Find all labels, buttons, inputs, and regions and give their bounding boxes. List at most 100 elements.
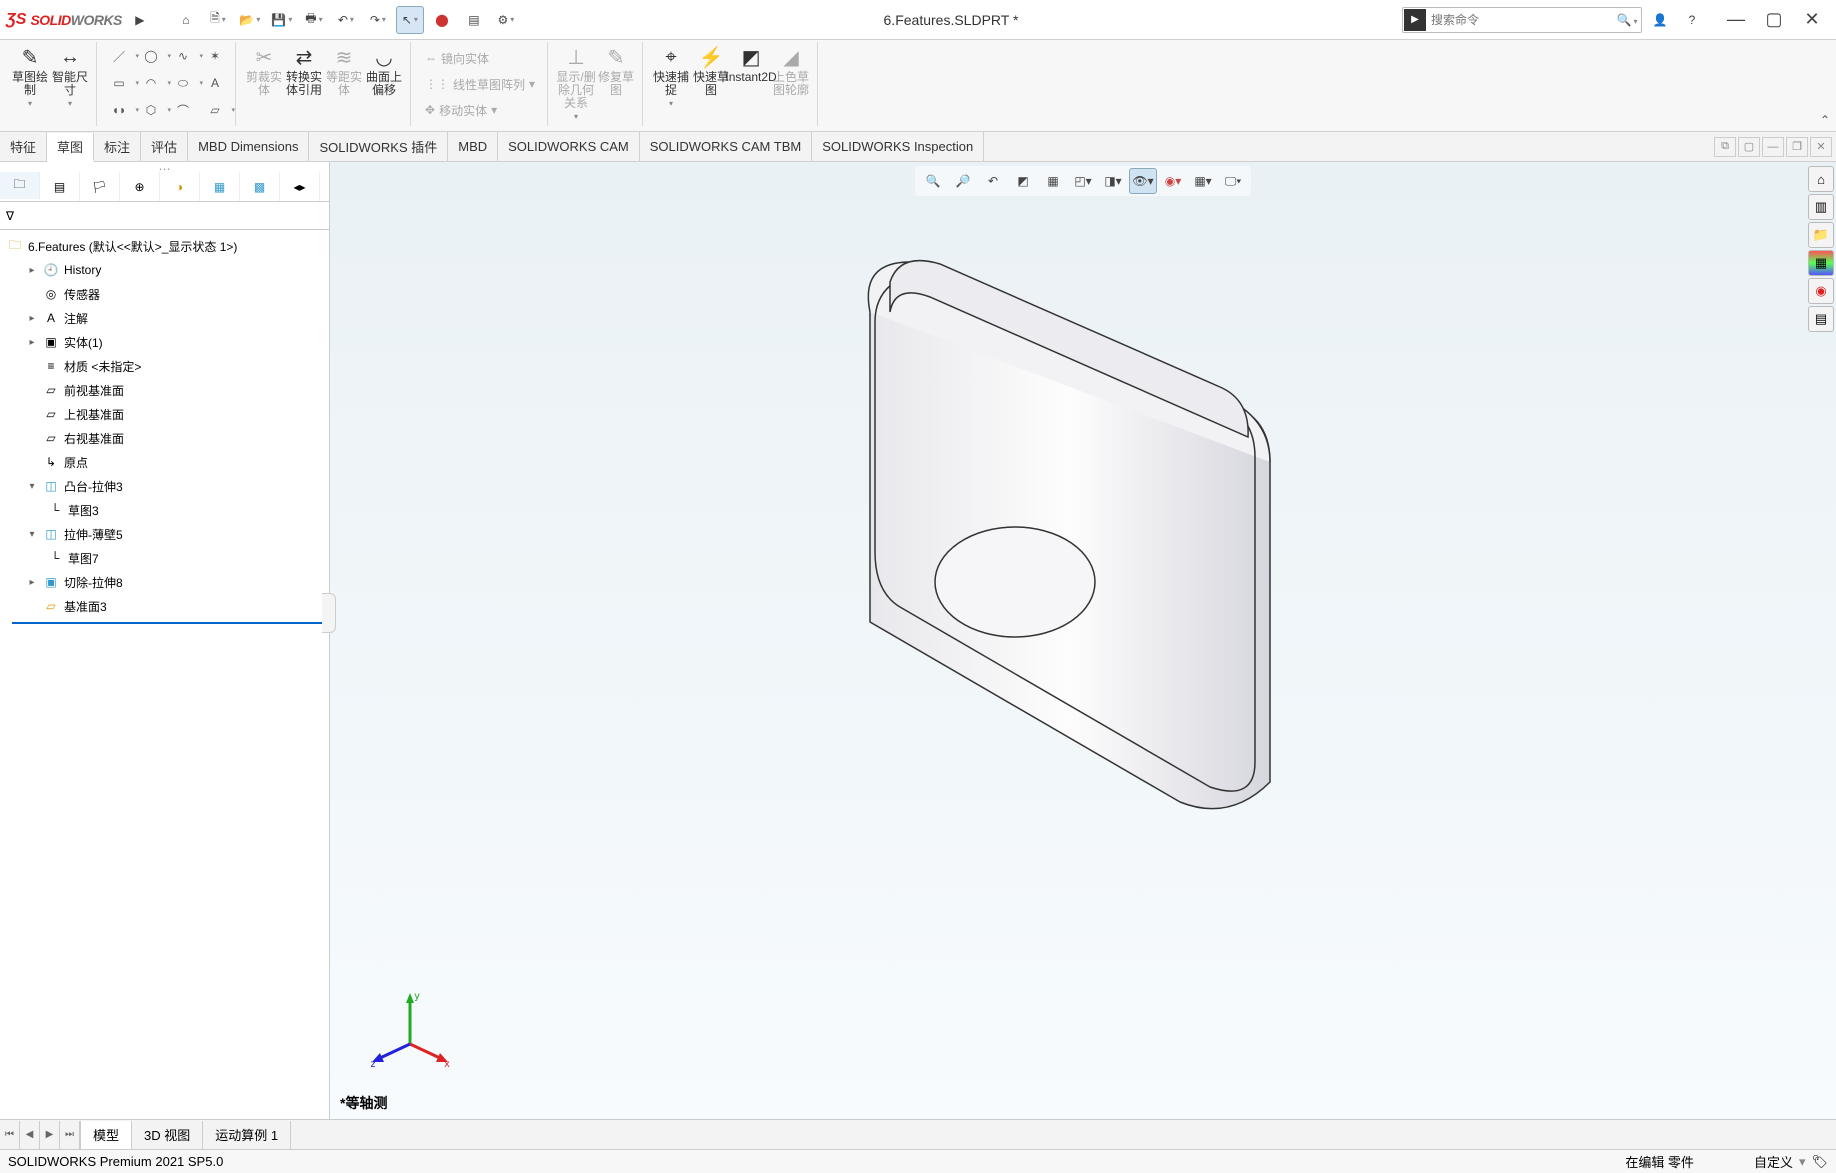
taskpane-resources-icon[interactable]: ▥ [1808,194,1834,220]
tree-origin[interactable]: ↳原点 [6,450,329,474]
hide-show-icon[interactable]: 👁▾ [1129,168,1157,194]
tree-top-plane[interactable]: ▱上视基准面 [6,402,329,426]
tab-mbd[interactable]: MBD [448,132,498,161]
shaded-sketch-contour-button[interactable]: ◢上色草图轮廓 [771,42,811,126]
tab-nav-prev-icon[interactable]: ◀ [20,1121,40,1149]
zoom-area-icon[interactable]: 🔎 [949,168,977,194]
tab-inspection[interactable]: SOLIDWORKS Inspection [812,132,984,161]
search-scope-icon[interactable]: ▶ [1404,9,1426,31]
bottom-tab-3dview[interactable]: 3D 视图 [132,1121,203,1149]
search-input[interactable] [1427,13,1613,27]
tree-plane3[interactable]: ▱基准面3 [6,594,329,618]
ellipse-icon[interactable]: ⬭ [169,71,197,95]
ribbon-collapse-icon[interactable]: ⌃ [1820,113,1830,127]
status-tag-icon[interactable]: 🏷 [1811,1154,1828,1170]
tab-mbd-dimensions[interactable]: MBD Dimensions [188,132,309,161]
tab-cam[interactable]: SOLIDWORKS CAM [498,132,640,161]
move-entities-button[interactable]: ✥ 移动实体 ▾ [419,98,541,122]
options-icon[interactable]: ▤ [460,6,488,34]
doc-minimize-icon[interactable]: — [1762,137,1784,157]
appearance-icon[interactable]: ◉▾ [1159,168,1187,194]
polygon-icon[interactable]: ⬡ [137,98,165,122]
tree-root[interactable]: 🗀6.Features (默认<<默认>_显示状态 1>) [6,234,329,258]
tree-sketch7[interactable]: └草图7 [6,546,329,570]
view-triad[interactable]: y x z [370,989,450,1069]
tab-nav-next-icon[interactable]: ▶ [40,1121,60,1149]
taskpane-palette-icon[interactable]: ▦ [1808,250,1834,276]
point-icon[interactable]: ✶ [201,44,229,68]
menu-flyout-icon[interactable]: ▶ [126,6,154,34]
doc-window-icon[interactable]: ▢ [1738,137,1760,157]
minimize-button[interactable]: — [1718,6,1754,34]
panel-splitter-handle[interactable] [322,593,336,633]
tree-history[interactable]: ▸🕘History [6,258,329,282]
tab-overflow-icon[interactable]: ◂▸ [280,172,320,201]
linear-pattern-button[interactable]: ⋮⋮ 线性草图阵列 ▾ [419,72,541,96]
circle-icon[interactable]: ◯ [137,44,165,68]
taskpane-appearances-icon[interactable]: ◉ [1808,278,1834,304]
taskpane-design-library-icon[interactable]: 📁 [1808,222,1834,248]
tree-boss-extrude3[interactable]: ▾◫凸台-拉伸3 [6,474,329,498]
settings-gear-icon[interactable]: ⚙ [492,6,520,34]
config-manager-tab-icon[interactable]: 🏳 [80,172,120,201]
tab-nav-first-icon[interactable]: ⏮ [0,1121,20,1149]
scene-icon[interactable]: ▦▾ [1189,168,1217,194]
feature-tree[interactable]: 🗀6.Features (默认<<默认>_显示状态 1>) ▸🕘History … [0,230,329,1119]
bottom-tab-motion[interactable]: 运动算例 1 [203,1121,291,1149]
view-settings-icon[interactable]: 🖵▾ [1219,168,1247,194]
rollback-bar[interactable] [12,622,329,624]
cam-tree-tab-icon[interactable]: ▦ [200,172,240,201]
tree-front-plane[interactable]: ▱前视基准面 [6,378,329,402]
tree-solid-bodies[interactable]: ▸▣实体(1) [6,330,329,354]
display-delete-relations-button[interactable]: ⊥显示/删除几何关系 [556,42,596,126]
text-icon[interactable]: A [201,71,229,95]
tab-annotate[interactable]: 标注 [94,132,141,161]
rectangle-icon[interactable]: ▭ [105,71,133,95]
tree-filter-icon[interactable]: ∇ [0,202,329,230]
tab-cam-tbm[interactable]: SOLIDWORKS CAM TBM [640,132,812,161]
bottom-tab-model[interactable]: 模型 [81,1121,132,1149]
tab-addins[interactable]: SOLIDWORKS 插件 [309,132,448,161]
command-search[interactable]: ▶ 🔍 [1402,7,1642,33]
trim-button[interactable]: ✂剪裁实体 [244,42,284,126]
slot-icon[interactable]: ◖◗ [105,98,133,122]
quick-snap-button[interactable]: ⌖快速捕捉 [651,42,691,126]
convert-entities-button[interactable]: ⇄转换实体引用 [284,42,324,126]
taskpane-custom-props-icon[interactable]: ▤ [1808,306,1834,332]
select-icon[interactable]: ↖ [396,6,424,34]
repair-sketch-button[interactable]: ✎修复草图 [596,42,636,126]
redo-icon[interactable]: ↷ [364,6,392,34]
display-style-icon[interactable]: ◨▾ [1099,168,1127,194]
undo-icon[interactable]: ↶ [332,6,360,34]
search-icon[interactable]: 🔍 [1613,13,1641,27]
open-icon[interactable]: 📂 [236,6,264,34]
graphics-viewport[interactable]: 🔍 🔎 ↶ ◩ ▦ ◰▾ ◨▾ 👁▾ ◉▾ ▦▾ 🖵▾ [330,162,1836,1119]
tree-sensors[interactable]: ◎传感器 [6,282,329,306]
feature-tree-tab-icon[interactable]: 🗀 [0,172,40,201]
save-icon[interactable]: 💾 [268,6,296,34]
taskpane-home-icon[interactable]: ⌂ [1808,166,1834,192]
user-icon[interactable]: 👤 [1646,6,1674,34]
close-button[interactable]: ✕ [1794,6,1830,34]
offset-entities-button[interactable]: ≋等距实体 [324,42,364,126]
mirror-entities-button[interactable]: ⇔ 镜向实体 [419,46,541,70]
arc-icon[interactable]: ◠ [137,71,165,95]
tree-cut-extrude8[interactable]: ▸▣切除-拉伸8 [6,570,329,594]
new-icon[interactable]: 🗎 [204,6,232,34]
tree-material[interactable]: ≡材质 <未指定> [6,354,329,378]
property-manager-tab-icon[interactable]: ▤ [40,172,80,201]
zoom-fit-icon[interactable]: 🔍 [919,168,947,194]
section-view-icon[interactable]: ◩ [1009,168,1037,194]
doc-link-icon[interactable]: ⧉ [1714,137,1736,157]
tree-extrude-thin5[interactable]: ▾◫拉伸-薄壁5 [6,522,329,546]
tree-right-plane[interactable]: ▱右视基准面 [6,426,329,450]
home-icon[interactable]: ⌂ [172,6,200,34]
tab-sketch[interactable]: 草图 [47,133,94,162]
maximize-button[interactable]: ▢ [1756,6,1792,34]
tab-features[interactable]: 特征 [0,132,47,161]
instant2d-button[interactable]: ◩Instant2D [731,42,771,126]
panel-grip-icon[interactable]: ⋯ [0,162,329,172]
print-icon[interactable]: 🖶 [300,6,328,34]
prev-view-icon[interactable]: ↶ [979,168,1007,194]
plane-sketch-icon[interactable]: ▱ [201,98,229,122]
